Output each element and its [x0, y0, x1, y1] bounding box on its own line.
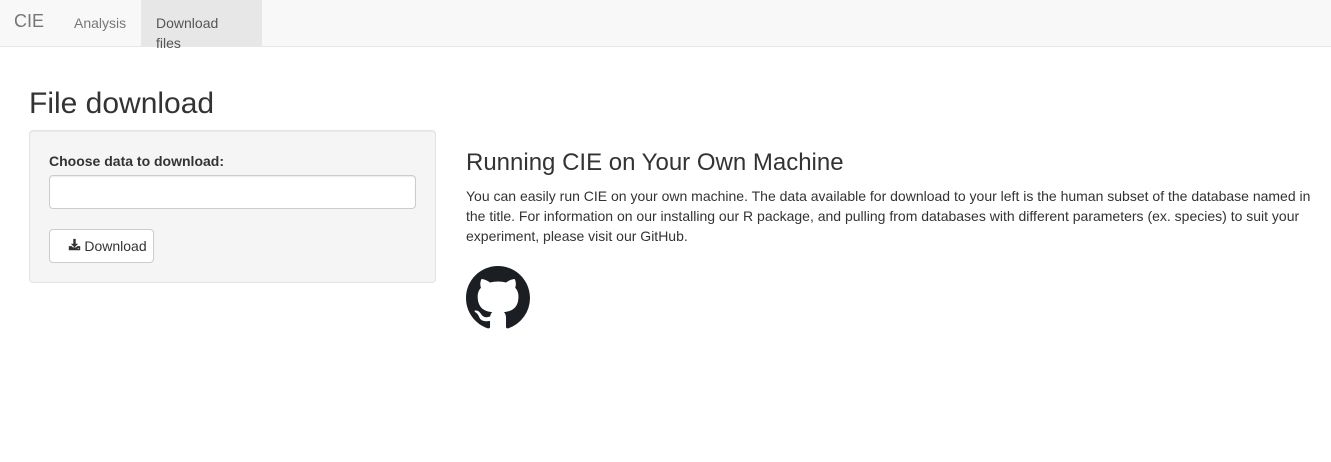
navbar-brand[interactable]: CIE: [14, 11, 44, 31]
data-select-input[interactable]: [49, 175, 416, 209]
data-select-label: Choose data to download:: [49, 153, 224, 169]
tab-analysis[interactable]: Analysis: [59, 0, 141, 46]
tab-download-files[interactable]: Download files: [141, 0, 262, 51]
github-logo-icon[interactable]: [466, 266, 530, 330]
page-title: File download: [29, 87, 215, 120]
info-heading: Running CIE on Your Own Machine: [466, 149, 844, 176]
download-icon: [68, 230, 81, 262]
top-navbar: CIE Analysis Download files: [0, 0, 1331, 51]
download-button-label: Download: [84, 238, 147, 254]
download-panel: Choose data to download: Download: [29, 130, 436, 283]
download-button[interactable]: Download: [49, 229, 154, 263]
info-paragraph: You can easily run CIE on your own machi…: [466, 188, 1311, 244]
